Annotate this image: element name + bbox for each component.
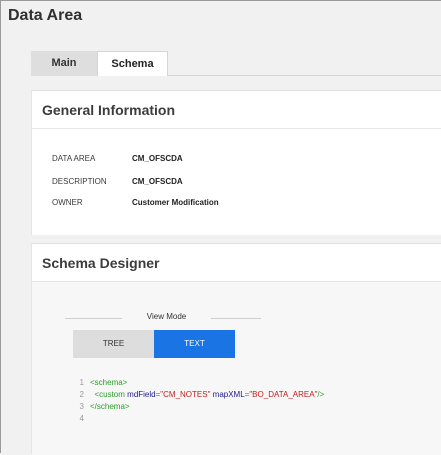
xml-value: "BO_DATA_AREA" [249,390,318,399]
line-number: 3 [79,402,84,411]
field-value: CM_OFSCDA [132,177,183,186]
general-information-title: General Information [32,91,441,129]
field-label: OWNER [52,198,83,207]
xml-tag: <schema> [90,378,128,387]
code-line: 3 </schema> [68,401,130,412]
code-line: 1 <schema> [68,377,128,388]
view-mode-toggle: View Mode TREE TEXT [65,304,261,358]
view-mode-text-button[interactable]: TEXT [154,330,235,358]
xml-tag: </schema> [90,402,130,411]
line-number: 2 [79,390,84,399]
field-label: DESCRIPTION [52,177,107,186]
field-label: DATA AREA [52,154,96,163]
divider [211,318,261,319]
data-area-page: Data Area Main Schema General Informatio… [0,0,441,455]
schema-designer-card: Schema Designer View Mode TREE TEXT 1 <sc… [31,243,441,455]
code-line: 4 [68,413,90,424]
tab-bar: Main Schema [31,51,441,76]
code-line: 2 <custom mdField="CM_NOTES" mapXML="BO_… [68,389,325,400]
line-number: 1 [79,378,84,387]
xml-tag: <custom [94,390,125,399]
xml-tag: /> [317,390,325,399]
tab-main[interactable]: Main [31,51,97,76]
page-title: Data Area [8,7,83,24]
xml-attribute: mdField [127,390,156,399]
xml-value: "CM_NOTES" [160,390,211,399]
schema-designer-title: Schema Designer [32,244,441,282]
view-mode-label: View Mode [146,312,187,321]
general-information-card: General Information DATA AREA CM_OFSCDA … [31,90,441,235]
line-number: 4 [79,414,84,423]
tab-schema[interactable]: Schema [97,51,168,76]
divider [65,318,122,319]
view-mode-tree-button[interactable]: TREE [73,330,154,358]
field-value: CM_OFSCDA [132,154,183,163]
field-value: Customer Modification [132,198,219,207]
xml-attribute: mapXML [212,390,245,399]
